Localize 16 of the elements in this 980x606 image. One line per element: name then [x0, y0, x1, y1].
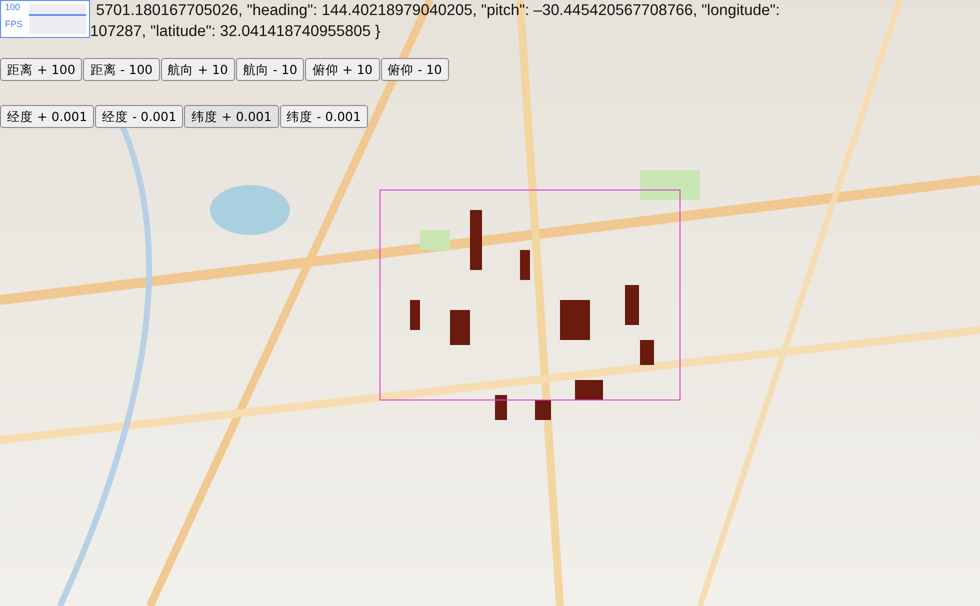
camera-control-button[interactable]: 俯仰 + 10 [305, 58, 380, 81]
camera-control-button[interactable]: 距离 - 100 [83, 58, 160, 81]
map-drawing[interactable] [0, 0, 980, 606]
fps-label: FPS [5, 20, 24, 29]
camera-control-button[interactable]: 航向 - 10 [236, 58, 304, 81]
camera-control-button[interactable]: 航向 + 10 [160, 58, 235, 81]
fps-graph [29, 4, 86, 34]
camera-control-button[interactable]: 经度 - 0.001 [95, 105, 184, 128]
camera-control-button[interactable]: 纬度 - 0.001 [280, 105, 368, 128]
fps-max-label: 100 [5, 3, 22, 12]
camera-control-button[interactable]: 经度 + 0.001 [0, 105, 94, 128]
camera-info-text: 5701.180167705026, "heading": 144.40218979040205, "pitch": –30.445420567708766, "longitude": [96, 2, 780, 19]
camera-info-text: 107287, "latitude": 32.041418740955805 } [90, 23, 380, 40]
camera-control-button[interactable]: 距离 + 100 [0, 58, 82, 81]
camera-control-button[interactable]: 纬度 + 0.001 [184, 105, 279, 128]
camera-control-button[interactable]: 俯仰 - 10 [380, 58, 450, 81]
